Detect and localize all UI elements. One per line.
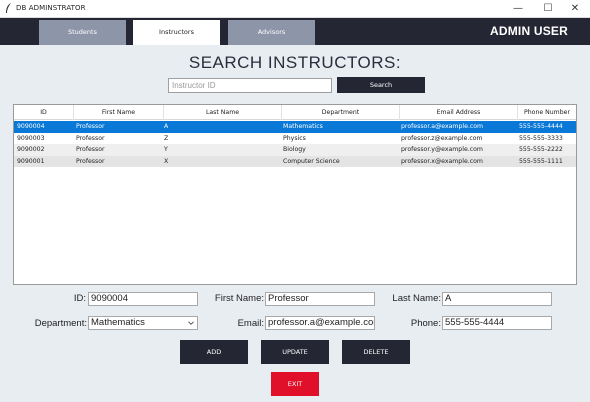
- maximize-button[interactable]: ☐: [533, 0, 563, 18]
- cell-first-name: Professor: [76, 146, 105, 153]
- first-name-label: First Name:: [214, 293, 264, 304]
- cell-department: Computer Science: [283, 157, 340, 165]
- tab-students[interactable]: Students: [39, 20, 126, 45]
- cell-last-name: Y: [164, 146, 168, 153]
- department-select-value: Mathematics: [91, 317, 145, 328]
- id-label: ID:: [73, 293, 86, 304]
- minimize-button[interactable]: —: [503, 0, 533, 18]
- cell-department: Mathematics: [283, 123, 323, 130]
- email-field[interactable]: professor.a@example.com: [265, 316, 375, 330]
- cell-first-name: Professor: [76, 157, 105, 165]
- cell-id: 9090004: [17, 123, 45, 130]
- cell-first-name: Professor: [76, 134, 105, 142]
- search-button[interactable]: Search: [337, 77, 425, 93]
- instructor-id-search-input[interactable]: Instructor ID: [168, 78, 332, 93]
- id-field[interactable]: 9090004: [88, 292, 198, 306]
- cell-email: professor.y@example.com: [401, 146, 483, 153]
- cell-last-name: Z: [164, 134, 169, 142]
- column-header-email[interactable]: Email Address: [400, 105, 518, 120]
- cell-phone: 555-555-4444: [519, 123, 563, 130]
- cell-first-name: Professor: [76, 123, 105, 130]
- tab-advisors[interactable]: Advisors: [228, 20, 315, 45]
- cell-email: professor.a@example.com: [401, 123, 484, 130]
- feather-icon: [6, 3, 11, 13]
- window-title: DB ADMINSTRATOR: [16, 4, 86, 12]
- table-row[interactable]: 9090004 Professor A Mathematics professo…: [14, 121, 576, 133]
- exit-button[interactable]: EXIT: [271, 372, 319, 396]
- delete-button[interactable]: DELETE: [342, 340, 410, 364]
- admin-user-label: ADMIN USER: [489, 24, 568, 38]
- last-name-label: Last Name:: [392, 293, 441, 304]
- table-row[interactable]: 9090001 Professor X Computer Science pro…: [14, 155, 576, 167]
- cell-id: 9090002: [17, 146, 45, 153]
- cell-phone: 555-555-1111: [519, 157, 563, 165]
- instructors-table[interactable]: ID First Name Last Name Department Email…: [13, 104, 577, 285]
- department-select[interactable]: Mathematics: [88, 316, 198, 330]
- first-name-field[interactable]: Professor: [265, 292, 375, 306]
- email-label: Email:: [237, 318, 264, 329]
- column-header-first-name[interactable]: First Name: [74, 105, 164, 120]
- window-titlebar: DB ADMINSTRATOR — ☐ ✕: [0, 0, 590, 18]
- page-title: SEARCH INSTRUCTORS:: [188, 53, 402, 72]
- last-name-field[interactable]: A: [442, 292, 552, 306]
- phone-field[interactable]: 555-555-4444: [442, 316, 552, 330]
- column-header-phone[interactable]: Phone Number: [518, 105, 576, 120]
- table-row[interactable]: 9090002 Professor Y Biology professor.y@…: [14, 144, 576, 156]
- tab-instructors[interactable]: Instructors: [133, 20, 220, 45]
- cell-email: professor.z@example.com: [401, 134, 483, 142]
- phone-label: Phone:: [410, 318, 441, 329]
- close-window-button[interactable]: ✕: [560, 0, 590, 18]
- column-header-last-name[interactable]: Last Name: [164, 105, 282, 120]
- cell-last-name: X: [164, 157, 169, 165]
- table-header: ID First Name Last Name Department Email…: [14, 105, 576, 120]
- chevron-down-icon: [188, 321, 194, 325]
- cell-last-name: A: [164, 123, 169, 130]
- cell-department: Physics: [283, 134, 306, 142]
- column-header-department[interactable]: Department: [282, 105, 400, 120]
- table-row[interactable]: 9090003 Professor Z Physics professor.z@…: [14, 133, 576, 145]
- cell-phone: 555-555-2222: [519, 146, 563, 153]
- add-button[interactable]: ADD: [180, 340, 248, 364]
- department-label: Department:: [34, 318, 87, 329]
- column-header-id[interactable]: ID: [14, 105, 74, 120]
- cell-phone: 555-555-3333: [519, 134, 563, 142]
- cell-email: professor.x@example.com: [401, 157, 483, 165]
- cell-id: 9090003: [17, 134, 45, 142]
- cell-id: 9090001: [17, 157, 45, 165]
- update-button[interactable]: UPDATE: [261, 340, 329, 364]
- navbar: Students Instructors Advisors ADMIN USER: [0, 18, 590, 45]
- cell-department: Biology: [283, 146, 306, 153]
